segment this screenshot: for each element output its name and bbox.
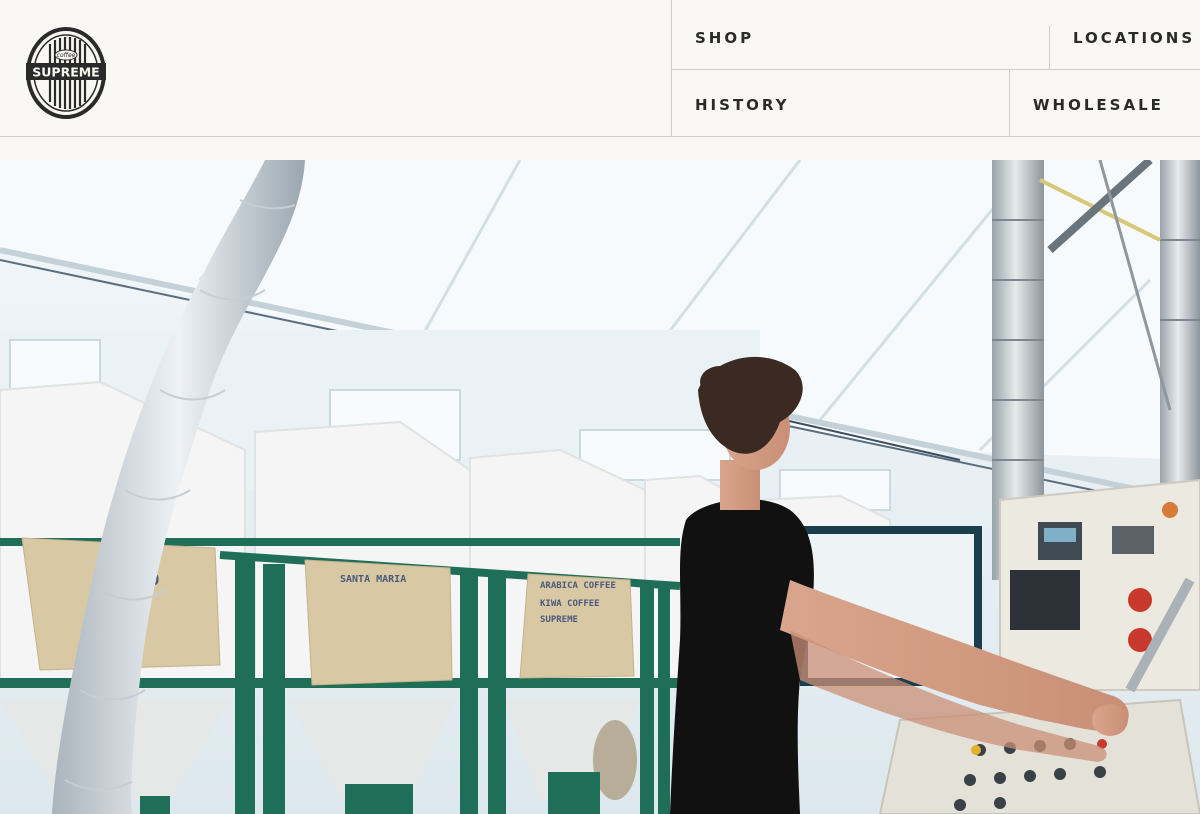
nav-link-locations[interactable]: LOCATIONS xyxy=(1073,29,1195,47)
svg-text:coffee: coffee xyxy=(57,52,76,59)
coffee-supreme-logo-icon: SUPREME coffee xyxy=(26,27,106,119)
sack-3-line1: ARABICA COFFEE xyxy=(540,581,616,591)
site-header: SUPREME coffee SHOP LOCATIONS HISTORY WH… xyxy=(0,0,1200,137)
nav-divider-bottom xyxy=(1009,70,1010,137)
sack-3-line3: SUPREME xyxy=(540,615,578,625)
brand-logo[interactable]: SUPREME coffee xyxy=(25,26,107,120)
nav-link-shop[interactable]: SHOP xyxy=(695,29,754,47)
sack-2-text: SANTA MARIA xyxy=(340,574,406,585)
nav-row-divider xyxy=(672,69,1200,70)
main-nav: SHOP LOCATIONS HISTORY WHOLESALE xyxy=(671,0,1200,137)
hero-image: TO SANTA MARIA ARABICA COFFEE KIWA COFFE… xyxy=(0,160,1200,814)
roastery-photo: TO SANTA MARIA ARABICA COFFEE KIWA COFFE… xyxy=(0,160,1200,814)
svg-text:SUPREME: SUPREME xyxy=(32,65,99,80)
nav-link-wholesale[interactable]: WHOLESALE xyxy=(1033,96,1164,114)
nav-divider-top xyxy=(1049,26,1050,69)
sack-3-line2: KIWA COFFEE xyxy=(540,599,600,609)
nav-link-history[interactable]: HISTORY xyxy=(695,96,790,114)
